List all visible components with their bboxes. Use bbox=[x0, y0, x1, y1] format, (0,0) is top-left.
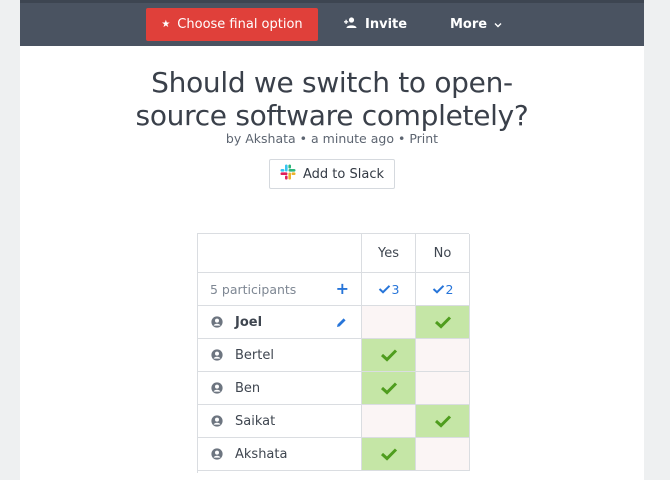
poll-grid: Yes No 5 participants + 3 2 Joel Bertel Be… bbox=[197, 233, 470, 473]
participant-name: Akshata bbox=[235, 446, 288, 462]
poll-title: Should we switch to open- source softwar… bbox=[20, 66, 644, 132]
vote-cell-no bbox=[416, 339, 470, 372]
choose-final-option-button[interactable]: ★ Choose final option bbox=[146, 8, 318, 41]
vote-cell-no bbox=[416, 306, 470, 339]
add-participant-button[interactable]: + bbox=[336, 279, 349, 298]
participant-name: Bertel bbox=[235, 347, 274, 363]
top-toolbar: ★ Choose final option Invite More bbox=[20, 0, 644, 46]
person-icon bbox=[211, 316, 223, 328]
slack-icon bbox=[280, 164, 296, 184]
check-icon bbox=[378, 282, 391, 297]
vote-cell-yes bbox=[362, 405, 416, 438]
poll-title-line-2: source software completely? bbox=[135, 99, 529, 132]
option-header-no: No bbox=[416, 234, 470, 273]
chevron-down-icon bbox=[494, 17, 502, 32]
vote-cell-yes bbox=[362, 372, 416, 405]
author-prefix: by bbox=[225, 131, 242, 146]
poll-title-line-1: Should we switch to open- bbox=[151, 66, 513, 99]
poll-page: ★ Choose final option Invite More Should… bbox=[20, 0, 644, 480]
add-person-icon bbox=[344, 17, 358, 32]
person-icon bbox=[211, 415, 223, 427]
yes-count: 3 bbox=[362, 273, 416, 306]
vote-cell-yes bbox=[362, 438, 416, 471]
add-to-slack-label: Add to Slack bbox=[303, 166, 384, 182]
participant-row: Joel bbox=[198, 306, 362, 339]
meta-separator: • bbox=[299, 131, 308, 146]
check-icon bbox=[434, 315, 452, 329]
person-icon bbox=[211, 349, 223, 361]
choose-final-option-label: Choose final option bbox=[177, 17, 303, 32]
no-count-value: 2 bbox=[445, 281, 454, 297]
participant-row: Akshata bbox=[198, 438, 362, 471]
vote-cell-yes bbox=[362, 339, 416, 372]
participants-count: 5 participants bbox=[210, 281, 297, 297]
person-icon bbox=[211, 448, 223, 460]
vote-cell-no bbox=[416, 372, 470, 405]
participant-row: Bertel bbox=[198, 339, 362, 372]
check-icon bbox=[380, 381, 398, 395]
add-to-slack-button[interactable]: Add to Slack bbox=[269, 159, 395, 189]
invite-label: Invite bbox=[365, 17, 408, 32]
vote-cell-no bbox=[416, 405, 470, 438]
check-icon bbox=[432, 282, 445, 297]
time-ago: a minute ago bbox=[311, 131, 394, 146]
edit-pencil-icon[interactable] bbox=[336, 317, 347, 332]
option-header-yes: Yes bbox=[362, 234, 416, 273]
print-link[interactable]: Print bbox=[409, 131, 438, 146]
check-icon bbox=[380, 348, 398, 362]
participant-name: Saikat bbox=[235, 413, 276, 429]
yes-count-value: 3 bbox=[391, 281, 400, 297]
more-menu-button[interactable]: More bbox=[450, 8, 502, 41]
person-icon bbox=[211, 382, 223, 394]
participant-name: Ben bbox=[235, 380, 261, 396]
check-icon bbox=[380, 447, 398, 461]
author-name: Akshata bbox=[245, 131, 296, 146]
meta-separator: • bbox=[397, 131, 406, 146]
grid-corner bbox=[198, 234, 362, 273]
check-icon bbox=[434, 414, 452, 428]
vote-cell-no bbox=[416, 438, 470, 471]
participant-name: Joel bbox=[235, 314, 263, 330]
poll-meta: by Akshata • a minute ago • Print bbox=[20, 131, 644, 146]
more-label: More bbox=[450, 17, 488, 32]
no-count: 2 bbox=[416, 273, 470, 306]
invite-button[interactable]: Invite bbox=[344, 8, 407, 41]
participants-summary: 5 participants + bbox=[198, 273, 362, 306]
star-icon: ★ bbox=[161, 19, 171, 30]
vote-cell-yes bbox=[362, 306, 416, 339]
participant-row: Ben bbox=[198, 372, 362, 405]
participant-row: Saikat bbox=[198, 405, 362, 438]
